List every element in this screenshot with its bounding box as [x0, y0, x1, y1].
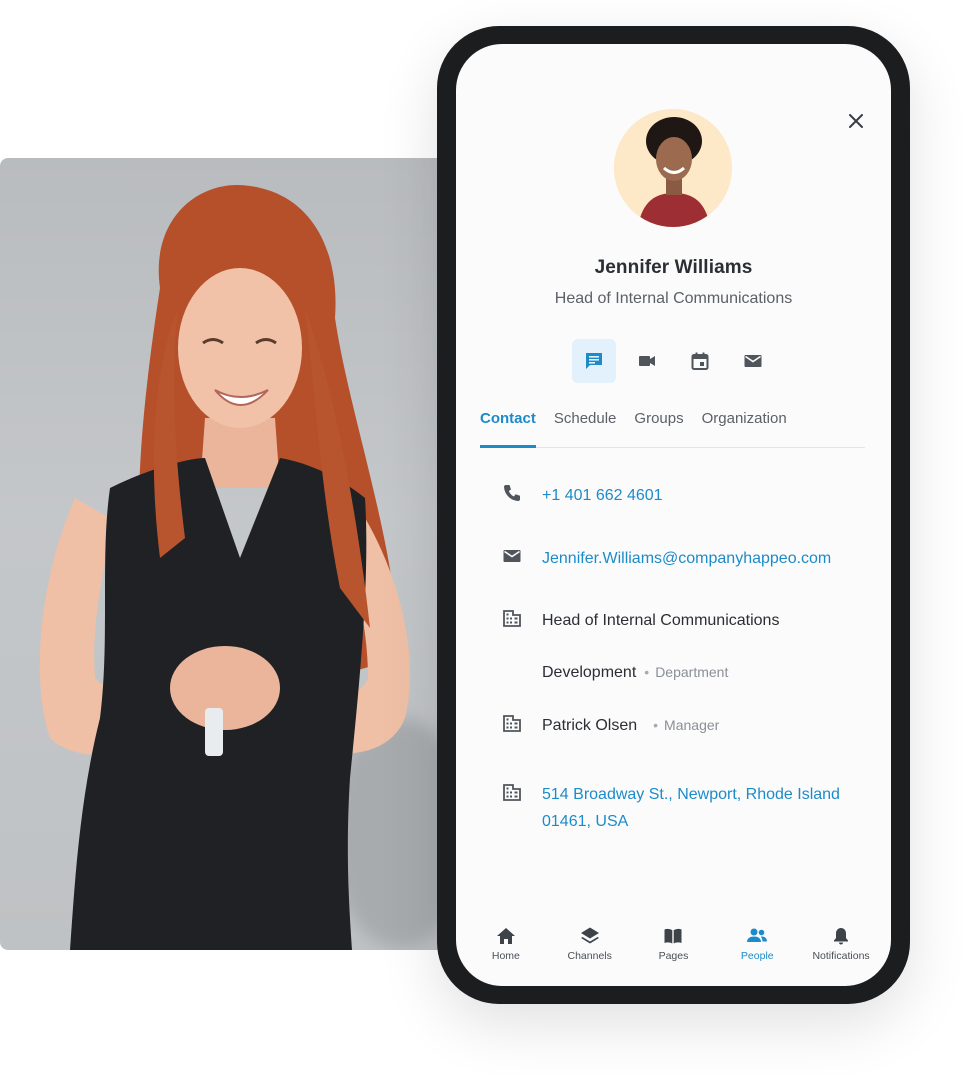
nav-pages-label: Pages — [658, 950, 689, 962]
building-icon — [501, 607, 523, 629]
mail-icon — [744, 355, 762, 367]
tab-organization[interactable]: Organization — [702, 406, 787, 447]
address-line-1: 514 Broadway St., Newport, Rhode Island — [542, 786, 840, 803]
nav-channels-label: Channels — [567, 950, 612, 962]
department-label: Department — [655, 664, 729, 680]
phone-frame: Jennifer Williams Head of Internal Commu… — [437, 26, 910, 1004]
video-call-button[interactable] — [625, 339, 669, 383]
nav-notifications-label: Notifications — [812, 950, 870, 962]
job-title-value: Head of Internal Communications — [542, 612, 780, 629]
department-value: Development — [542, 664, 637, 681]
address-line-2: 01461, USA — [542, 813, 629, 830]
manager-label-group: • Manager — [653, 717, 720, 733]
email-icon — [501, 545, 523, 567]
tab-schedule[interactable]: Schedule — [554, 406, 617, 447]
nav-pages[interactable]: Pages — [634, 914, 712, 986]
chat-button[interactable] — [572, 339, 616, 383]
phone-number-link[interactable]: +1 401 662 4601 — [542, 482, 663, 509]
quick-actions — [572, 339, 775, 383]
profile-name: Jennifer Williams — [594, 257, 753, 278]
close-button[interactable] — [843, 108, 869, 134]
contact-row-department: Development • Department — [501, 659, 881, 686]
contact-row-job-title: Head of Internal Communications — [501, 607, 881, 634]
contact-row-phone: +1 401 662 4601 — [501, 482, 881, 509]
bell-icon — [834, 928, 849, 945]
nav-people-label: People — [740, 950, 774, 962]
calendar-icon — [691, 352, 709, 370]
nav-home[interactable]: Home — [467, 914, 545, 986]
background-photo — [0, 158, 470, 950]
bottom-navigation: Home Channels Pages People Notifications — [456, 914, 891, 986]
video-icon — [639, 356, 655, 366]
department-label-group: • Department — [644, 664, 729, 680]
nav-people[interactable]: People — [718, 914, 796, 986]
chat-icon — [586, 353, 602, 369]
manager-label: Manager — [664, 717, 720, 733]
people-icon — [747, 928, 768, 942]
avatar-portrait — [614, 109, 732, 227]
profile-tabs: Contact Schedule Groups Organization — [480, 406, 865, 448]
email-link[interactable]: Jennifer.Williams@companyhappeo.com — [542, 545, 831, 572]
book-icon — [664, 928, 682, 944]
woman-figure-illustration — [39, 184, 411, 950]
nav-notifications[interactable]: Notifications — [802, 914, 880, 986]
building-icon — [501, 712, 523, 734]
schedule-button[interactable] — [678, 339, 722, 383]
contact-row-email: Jennifer.Williams@companyhappeo.com — [501, 545, 881, 572]
email-button[interactable] — [731, 339, 775, 383]
nav-channels[interactable]: Channels — [551, 914, 629, 986]
contact-row-manager: Patrick Olsen • Manager — [501, 712, 881, 739]
manager-value[interactable]: Patrick Olsen — [542, 712, 637, 739]
contact-row-address: 514 Broadway St., Newport, Rhode Island … — [501, 781, 881, 835]
profile-title: Head of Internal Communications — [554, 290, 793, 307]
tab-groups[interactable]: Groups — [634, 406, 683, 447]
nav-home-label: Home — [491, 950, 520, 962]
building-icon — [501, 781, 523, 803]
profile-screen: Jennifer Williams Head of Internal Commu… — [456, 44, 891, 986]
address-link[interactable]: 514 Broadway St., Newport, Rhode Island … — [542, 781, 840, 835]
close-icon — [849, 114, 863, 128]
avatar — [614, 109, 732, 227]
phone-icon — [501, 482, 523, 504]
home-icon — [496, 928, 515, 944]
layers-icon — [580, 927, 599, 944]
tab-contact[interactable]: Contact — [480, 406, 536, 448]
